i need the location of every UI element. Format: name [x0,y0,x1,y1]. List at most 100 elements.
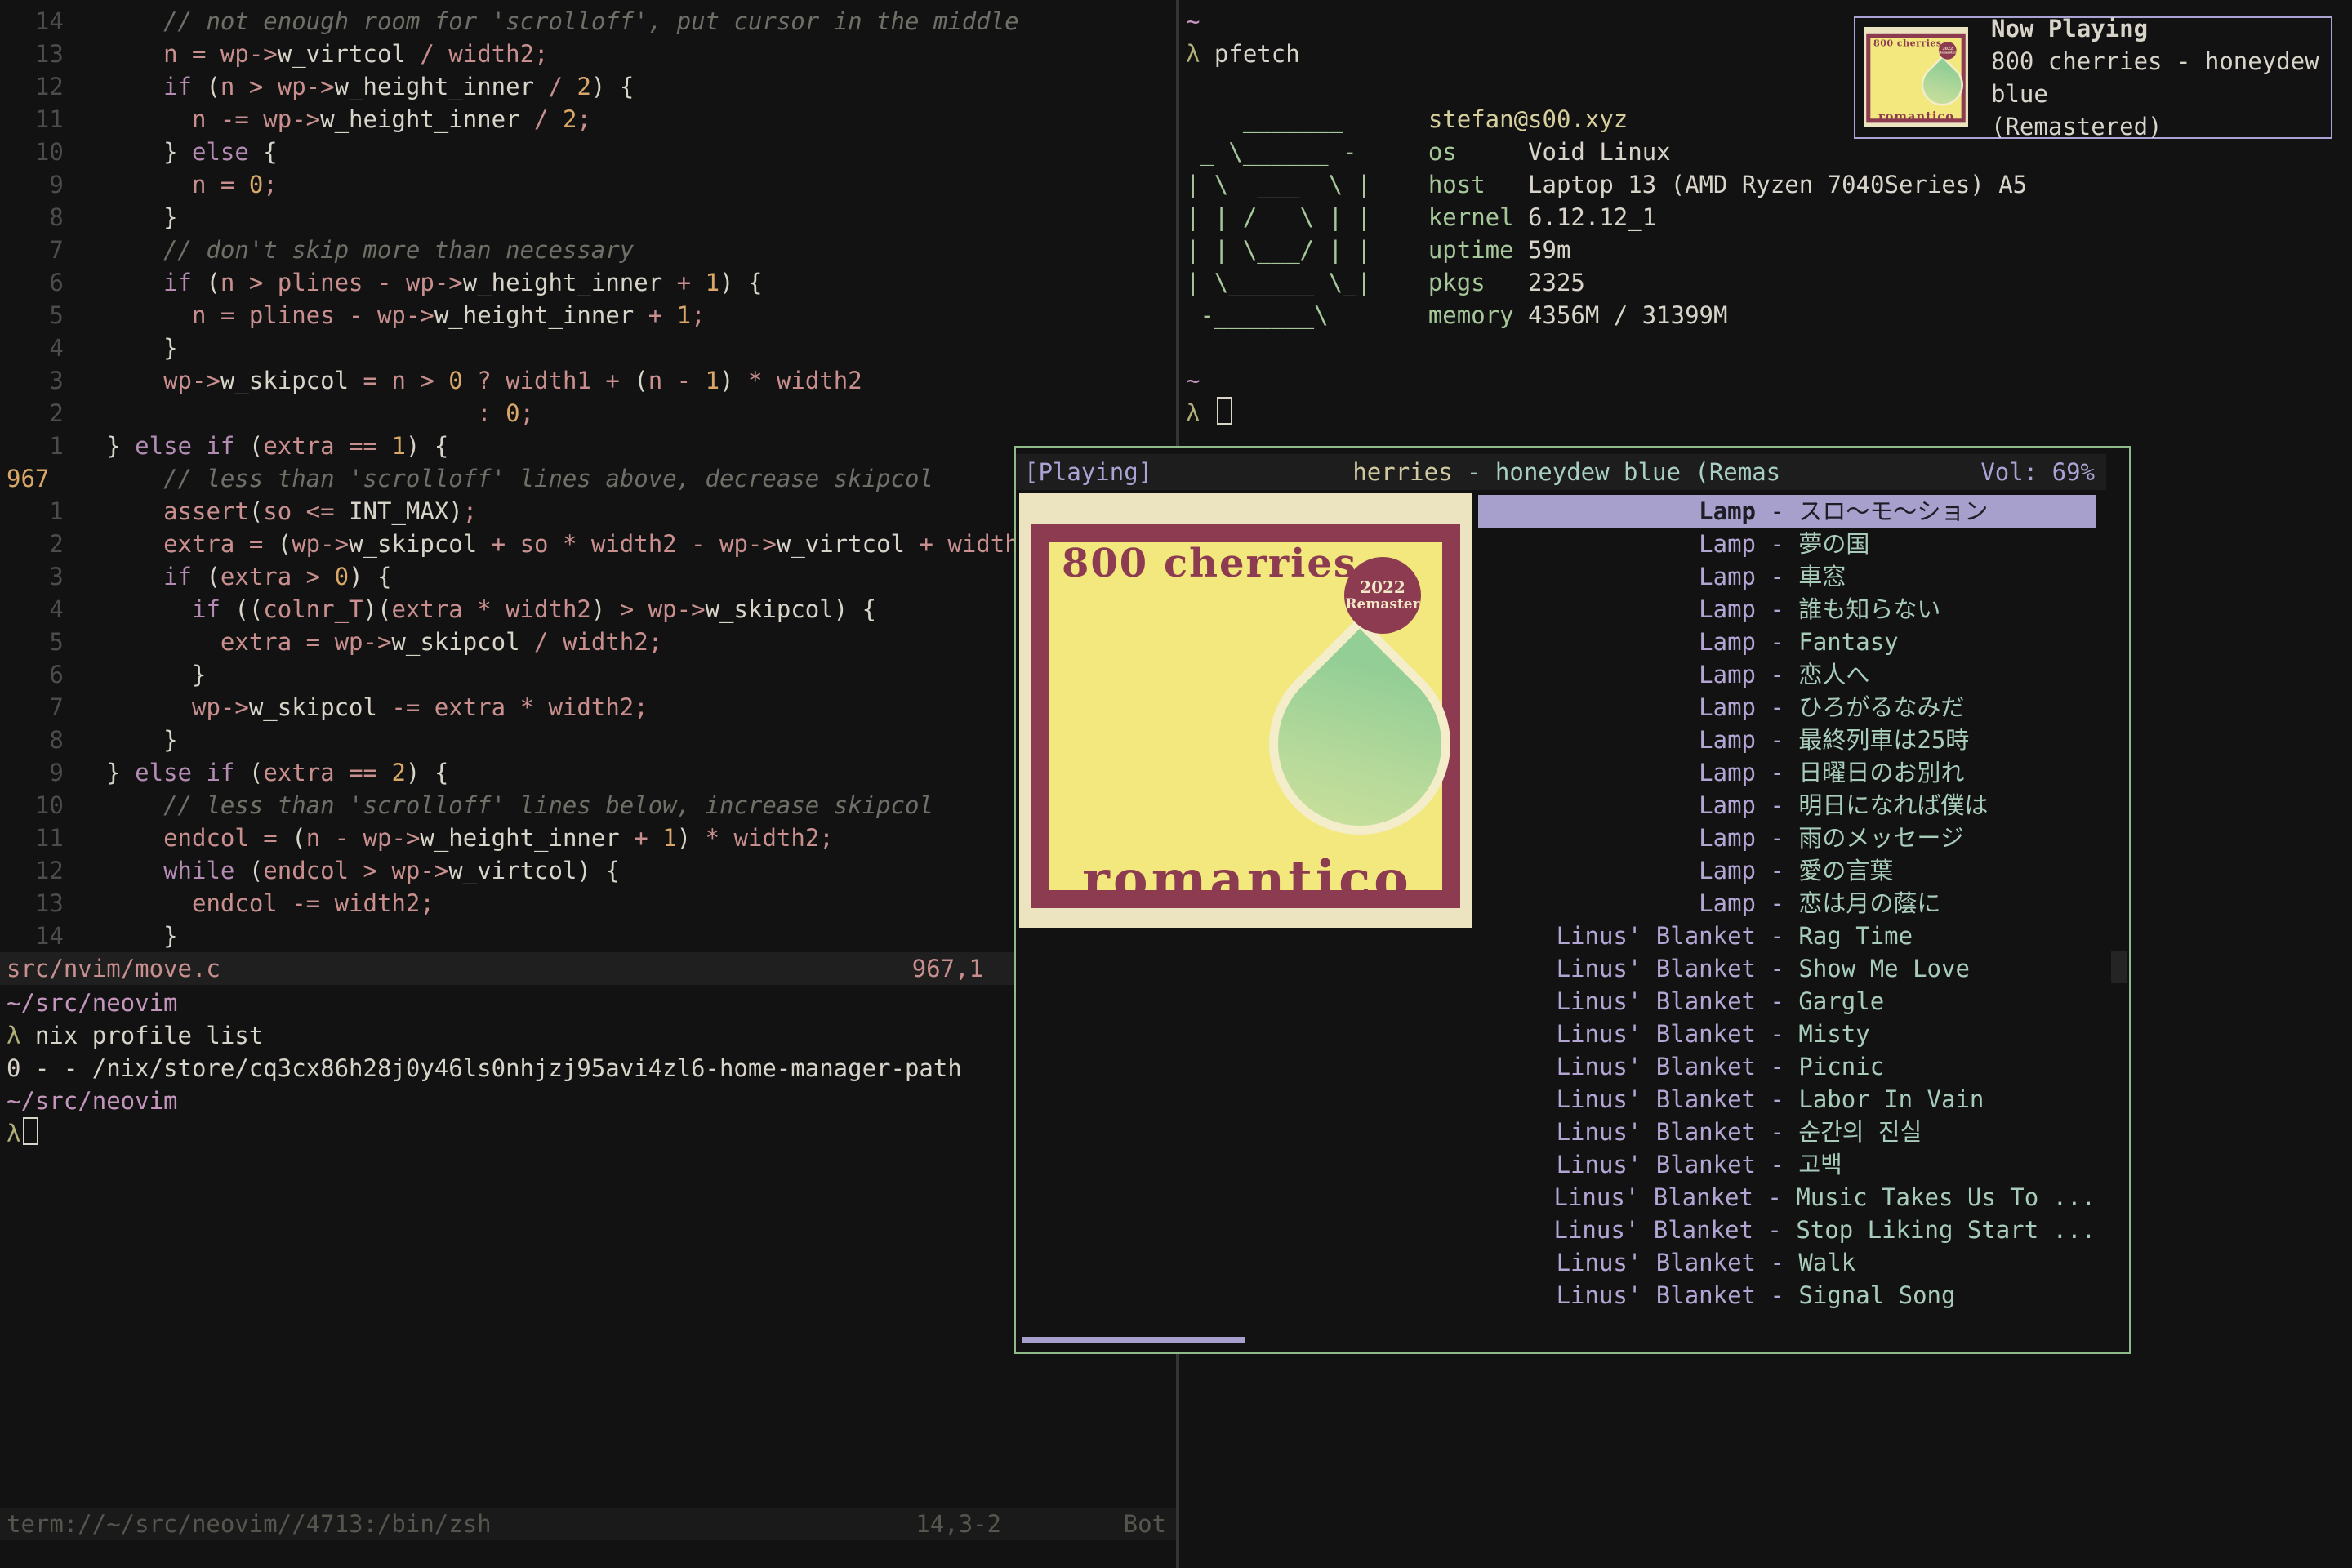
queue-row-separator: - [1756,854,1798,887]
editor-terminal-pane[interactable]: 14 // not enough room for 'scrolloff', p… [0,0,1176,1568]
play-queue[interactable]: Lamp - スロ〜モ〜ションLamp - 夢の国Lamp - 車窓Lamp -… [1478,495,2096,1312]
code-line: 2 extra = (wp->w_skipcol + so * width2 -… [7,528,1176,560]
queue-row-title: Stop Liking Start ... [1796,1214,2096,1246]
queue-row[interactable]: Linus' Blanket - Walk [1478,1246,2096,1279]
queue-row-artist: Linus' Blanket [1478,920,1756,952]
queue-row[interactable]: Linus' Blanket - Rag Time [1478,920,2096,952]
queue-row[interactable]: Lamp - Fantasy [1478,626,2096,658]
code-line: 9 } else if (extra == 2) { [7,756,1176,789]
queue-row-title: 恋人へ [1798,658,2096,691]
music-player-window[interactable]: [Playing] herries - honeydew blue (Remas… [1014,446,2131,1354]
queue-row-title: Misty [1798,1018,2096,1050]
queue-row-title: Signal Song [1798,1279,2096,1312]
terminal-buffer-statusline: term://~/src/neovim//4713:/bin/zsh 14,3-… [0,1508,1176,1540]
queue-row-title: 恋は月の蔭に [1798,887,2096,920]
album-cover: 800 cherries 2022 Remaster romantico [1019,493,1472,928]
queue-row[interactable]: Linus' Blanket - Picnic [1478,1050,2096,1083]
code-line: 5 n = plines - wp->w_height_inner + 1; [7,299,1176,332]
statusline-cursor-position: 967,1 [912,952,983,985]
shell-line: λ nix profile list [7,1019,1176,1052]
queue-row-separator: - [1756,1279,1798,1312]
queue-row[interactable]: Lamp - 恋は月の蔭に [1478,887,2096,920]
queue-row-title: Picnic [1798,1050,2096,1083]
album-cover-artist: 800 cherries [1062,547,1357,580]
queue-row-artist: Lamp [1478,789,1756,822]
queue-row-artist: Linus' Blanket [1478,1246,1756,1279]
code-line: 6 if (n > plines - wp->w_height_inner + … [7,266,1176,299]
code-line: 10 // less than 'scrolloff' lines below,… [7,789,1176,822]
queue-row-artist: Linus' Blanket [1478,985,1756,1018]
queue-row[interactable]: Lamp - 夢の国 [1478,528,2096,560]
queue-row-artist: Linus' Blanket [1478,1050,1756,1083]
queue-row[interactable]: Linus' Blanket - Gargle [1478,985,2096,1018]
queue-row[interactable]: Lamp - 車窓 [1478,560,2096,593]
queue-row[interactable]: Lamp - 日曜日のお別れ [1478,756,2096,789]
queue-row[interactable]: Lamp - 明日になれば僕は [1478,789,2096,822]
queue-row-title: 夢の国 [1798,528,2096,560]
statusline-terminal-position: 14,3-2 [915,1508,1001,1540]
queue-row[interactable]: Lamp - 最終列車は25時 [1478,724,2096,756]
notification-song: 800 cherries - honeydew blue [1991,45,2331,110]
queue-row-artist: Linus' Blanket [1478,1116,1756,1148]
code-line: 11 n -= wp->w_height_inner / 2; [7,103,1176,136]
player-song-title-artist: herries [1352,458,1452,486]
player-state-badge: [Playing] [1016,454,1152,490]
shell-line: ~/src/neovim [7,987,1176,1019]
queue-row-title: スロ〜モ〜ション [1798,495,2096,528]
queue-row[interactable]: Lamp - 愛の言葉 [1478,854,2096,887]
album-cover-title: romantico [1055,854,1439,906]
queue-row-title: Fantasy [1798,626,2096,658]
queue-row-title: 고백 [1798,1148,2096,1181]
code-line: 7 wp->w_skipcol -= extra * width2; [7,691,1176,724]
code-line: 3 if (extra > 0) { [7,560,1176,593]
queue-row-separator: - [1756,1116,1798,1148]
queue-row[interactable]: Lamp - 恋人へ [1478,658,2096,691]
queue-row-artist: Lamp [1478,724,1756,756]
code-buffer[interactable]: 14 // not enough room for 'scrolloff', p… [7,5,1176,952]
queue-row-selected[interactable]: Lamp - スロ〜モ〜ション [1478,495,2096,528]
notification-album-thumbnail: 800 cherries 2022 Remaster romantico [1864,27,1968,127]
queue-row-separator: - [1753,1181,1796,1214]
queue-row-artist: Linus' Blanket [1478,952,1756,985]
volume-indicator[interactable]: Vol: 69% [1980,454,2106,490]
now-playing-notification[interactable]: 800 cherries 2022 Remaster romantico Now… [1854,16,2332,139]
statusline-filename: src/nvim/move.c [7,952,220,985]
code-line: 4 if ((colnr_T)(extra * width2) > wp->w_… [7,593,1176,626]
queue-row[interactable]: Lamp - 雨のメッセージ [1478,822,2096,854]
pfetch-line: | | / \ | | kernel 6.12.12_1 [1186,201,2352,234]
queue-row[interactable]: Linus' Blanket - Signal Song [1478,1279,2096,1312]
queue-row-artist: Lamp [1478,593,1756,626]
pfetch-line [1186,332,2352,364]
player-album-art: 800 cherries 2022 Remaster romantico [1019,493,1472,928]
queue-row-title: 最終列車は25時 [1798,724,2096,756]
code-line: 13 endcol -= width2; [7,887,1176,920]
embedded-shell[interactable]: ~/src/neovimλ nix profile list0 - - /nix… [7,987,1176,1150]
queue-row[interactable]: Linus' Blanket - Labor In Vain [1478,1083,2096,1116]
code-line: 4 } [7,332,1176,364]
queue-row[interactable]: Linus' Blanket - Show Me Love [1478,952,2096,985]
queue-row[interactable]: Linus' Blanket - 고백 [1478,1148,2096,1181]
queue-row-artist: Lamp [1478,822,1756,854]
queue-row-separator: - [1756,691,1798,724]
code-line: 2 : 0; [7,397,1176,430]
code-line: 8 } [7,201,1176,234]
queue-row-title: Labor In Vain [1798,1083,2096,1116]
statusline-scroll-indicator: Bot [1124,1508,1166,1540]
notification-song-suffix: (Remastered) [1991,110,2331,143]
queue-row[interactable]: Linus' Blanket - 순간의 진실 [1478,1116,2096,1148]
terminal-cursor [1217,397,1232,425]
queue-row[interactable]: Linus' Blanket - Misty [1478,1018,2096,1050]
code-line: 1 } else if (extra == 1) { [7,430,1176,462]
queue-row[interactable]: Linus' Blanket - Music Takes Us To ... [1478,1181,2096,1214]
queue-row[interactable]: Lamp - ひろがるなみだ [1478,691,2096,724]
shell-line: 0 - - /nix/store/cq3cx86h28j0y46ls0nhjzj… [7,1052,1176,1085]
queue-row[interactable]: Linus' Blanket - Stop Liking Start ... [1478,1214,2096,1246]
shell-line: ~/src/neovim [7,1085,1176,1117]
queue-scrollbar-thumb[interactable] [2111,951,2127,983]
queue-row-separator: - [1756,495,1798,528]
vim-statusline: src/nvim/move.c 967,1 [0,952,1176,985]
song-progress-bar[interactable] [1022,1337,1245,1343]
desktop: { "colors": { "background": "#121212", "… [0,0,2352,1568]
queue-row-title: 순간의 진실 [1798,1116,2096,1148]
queue-row[interactable]: Lamp - 誰も知らない [1478,593,2096,626]
